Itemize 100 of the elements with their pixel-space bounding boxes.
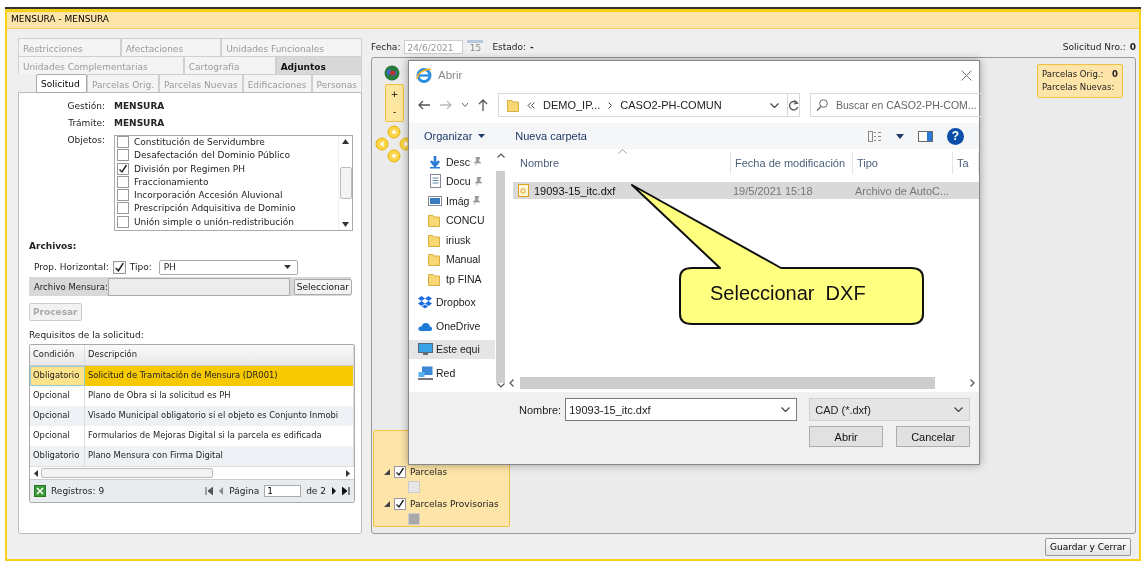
refresh-button[interactable] [787,93,800,117]
layer-label[interactable]: Parcelas Provisorias [410,499,499,509]
caret-icon[interactable] [896,133,904,139]
nav-item[interactable]: Dropbox [409,292,495,312]
select-button[interactable]: Seleccionar [293,278,352,295]
nav-item[interactable]: iriusk [409,230,495,250]
column-header[interactable]: Condición [30,345,85,365]
tab[interactable]: Solicitud [36,74,88,93]
monitor-icon [418,342,433,357]
up-arrow-icon[interactable] [478,99,488,111]
cancel-button[interactable]: Cancelar [896,426,971,447]
nav-label: Imág [446,194,470,207]
checkbox[interactable] [117,136,129,148]
back-arrow-icon[interactable] [418,100,430,110]
checkbox[interactable] [117,162,129,175]
chevron-down-icon[interactable] [462,103,468,107]
double-chevron-icon [527,101,535,109]
new-folder-button[interactable]: Nueva carpeta [515,130,587,142]
object-option[interactable]: División por Regimen PH [134,163,245,174]
first-page-icon[interactable] [205,487,214,495]
table-cell[interactable]: Opcional [30,406,85,426]
last-page-icon[interactable] [342,487,350,495]
column-header[interactable]: Fecha de modificación [731,152,853,174]
objects-list[interactable] [114,135,353,231]
nav-item[interactable]: Desc [409,152,495,172]
table-cell[interactable]: Plano Mensura con Firma Digital [85,446,354,466]
tab[interactable]: Adjuntos [275,56,362,74]
nav-label: Manual [446,253,481,266]
scrollbar[interactable] [338,136,352,230]
page-input[interactable]: 1 [264,485,302,497]
search-placeholder: Buscar en CASO2-PH-COM... [836,99,977,111]
section-label: Requisitos de la solicitud: [29,330,145,340]
nav-item[interactable]: tp FINA [409,269,495,289]
next-page-icon[interactable] [331,487,337,495]
nav-item[interactable]: Manual [409,249,495,269]
column-header[interactable]: Descripción [85,345,354,365]
object-option[interactable]: Constitución de Servidumbre [134,137,265,147]
nav-item[interactable]: Docu [409,171,495,191]
filename-field[interactable]: 19093-15_itc.dxf [565,398,798,421]
table-cell[interactable]: Obligatorio [30,446,85,466]
column-header[interactable]: Nombre [516,152,731,174]
nav-item[interactable]: CONCU [409,210,495,230]
chevron-left-icon [509,379,514,387]
checkbox[interactable] [117,189,129,202]
network-icon [418,365,433,380]
object-option[interactable]: Unión simple o unión-redistribución [134,216,294,227]
field-label: Gestión: [66,101,106,111]
column-header[interactable]: Tipo [853,152,953,174]
view-list-icon[interactable] [868,130,882,142]
open-button[interactable]: Abrir [809,426,884,447]
spreadsheet-icon[interactable] [34,485,46,497]
breadcrumb[interactable]: CASO2-PH-COMUN [620,99,722,111]
object-option[interactable]: Prescripción Adquisitiva de Dominio [134,203,296,214]
file-type-dropdown[interactable]: CAD (*.dxf) [809,398,971,421]
object-option[interactable]: Incorporación Accesión Aluvional [134,190,283,201]
checkbox[interactable] [117,215,129,228]
column-header[interactable]: Ta [953,152,979,174]
zoom-out-button[interactable]: - [392,107,397,117]
table-cell[interactable]: Visado Municipal obligatorio si el objeto es Conjunto Inmobi [85,406,354,426]
field-label: Nombre: [519,403,562,416]
nav-item[interactable]: Este equi [409,339,495,359]
breadcrumb[interactable]: DEMO_IP... [543,99,601,111]
save-close-button[interactable]: Guardar y Cerrar [1045,537,1131,556]
chevron-down-icon[interactable] [770,102,779,108]
nav-item[interactable]: OneDrive [409,316,495,336]
checkbox[interactable] [394,498,406,510]
object-option[interactable]: Fraccionamiento [134,176,209,187]
file-input[interactable] [107,277,290,296]
close-icon[interactable] [961,69,972,81]
checkbox[interactable] [394,466,406,478]
expand-icon[interactable] [384,501,390,507]
table-cell[interactable]: Solicitud de Tramitación de Mensura (DR001) [85,366,354,386]
file-row[interactable]: 19093-15_itc.dxf 19/5/2021 15:18 Archivo de AutoC... [513,182,979,199]
checkbox[interactable] [117,149,129,162]
nav-item[interactable]: Imág [409,191,495,211]
checkbox[interactable] [117,175,129,188]
table-cell[interactable]: Obligatorio [30,366,85,386]
file-date: 19/5/2021 15:18 [732,184,814,197]
preview-pane-icon[interactable] [918,130,933,142]
scroll-left-icon [34,469,38,477]
chevron-up-icon [496,153,505,158]
field-label: Fecha: [371,42,401,52]
help-button[interactable]: ? [947,127,964,145]
expand-icon[interactable] [384,469,390,475]
folder-icon [428,271,443,286]
globe-icon[interactable] [384,65,400,81]
checkbox[interactable] [117,202,129,215]
caret-icon [478,134,486,138]
search-field[interactable]: Buscar en CASO2-PH-COM... [810,93,983,117]
organize-button[interactable]: Organizar [424,130,486,142]
previous-page-icon[interactable] [218,487,225,495]
scroll-up-icon[interactable] [342,139,349,144]
type-dropdown[interactable]: PH [158,259,298,275]
nav-item[interactable]: Red [409,363,495,383]
layer-label[interactable]: Parcelas [410,467,448,477]
object-option[interactable]: Desafectación del Dominio Público [134,150,290,161]
address-bar[interactable]: DEMO_IP... CASO2-PH-COMUN [498,93,788,117]
checkbox[interactable] [112,260,126,274]
zoom-in-button[interactable]: + [390,89,399,99]
scroll-down-icon[interactable] [342,222,349,227]
